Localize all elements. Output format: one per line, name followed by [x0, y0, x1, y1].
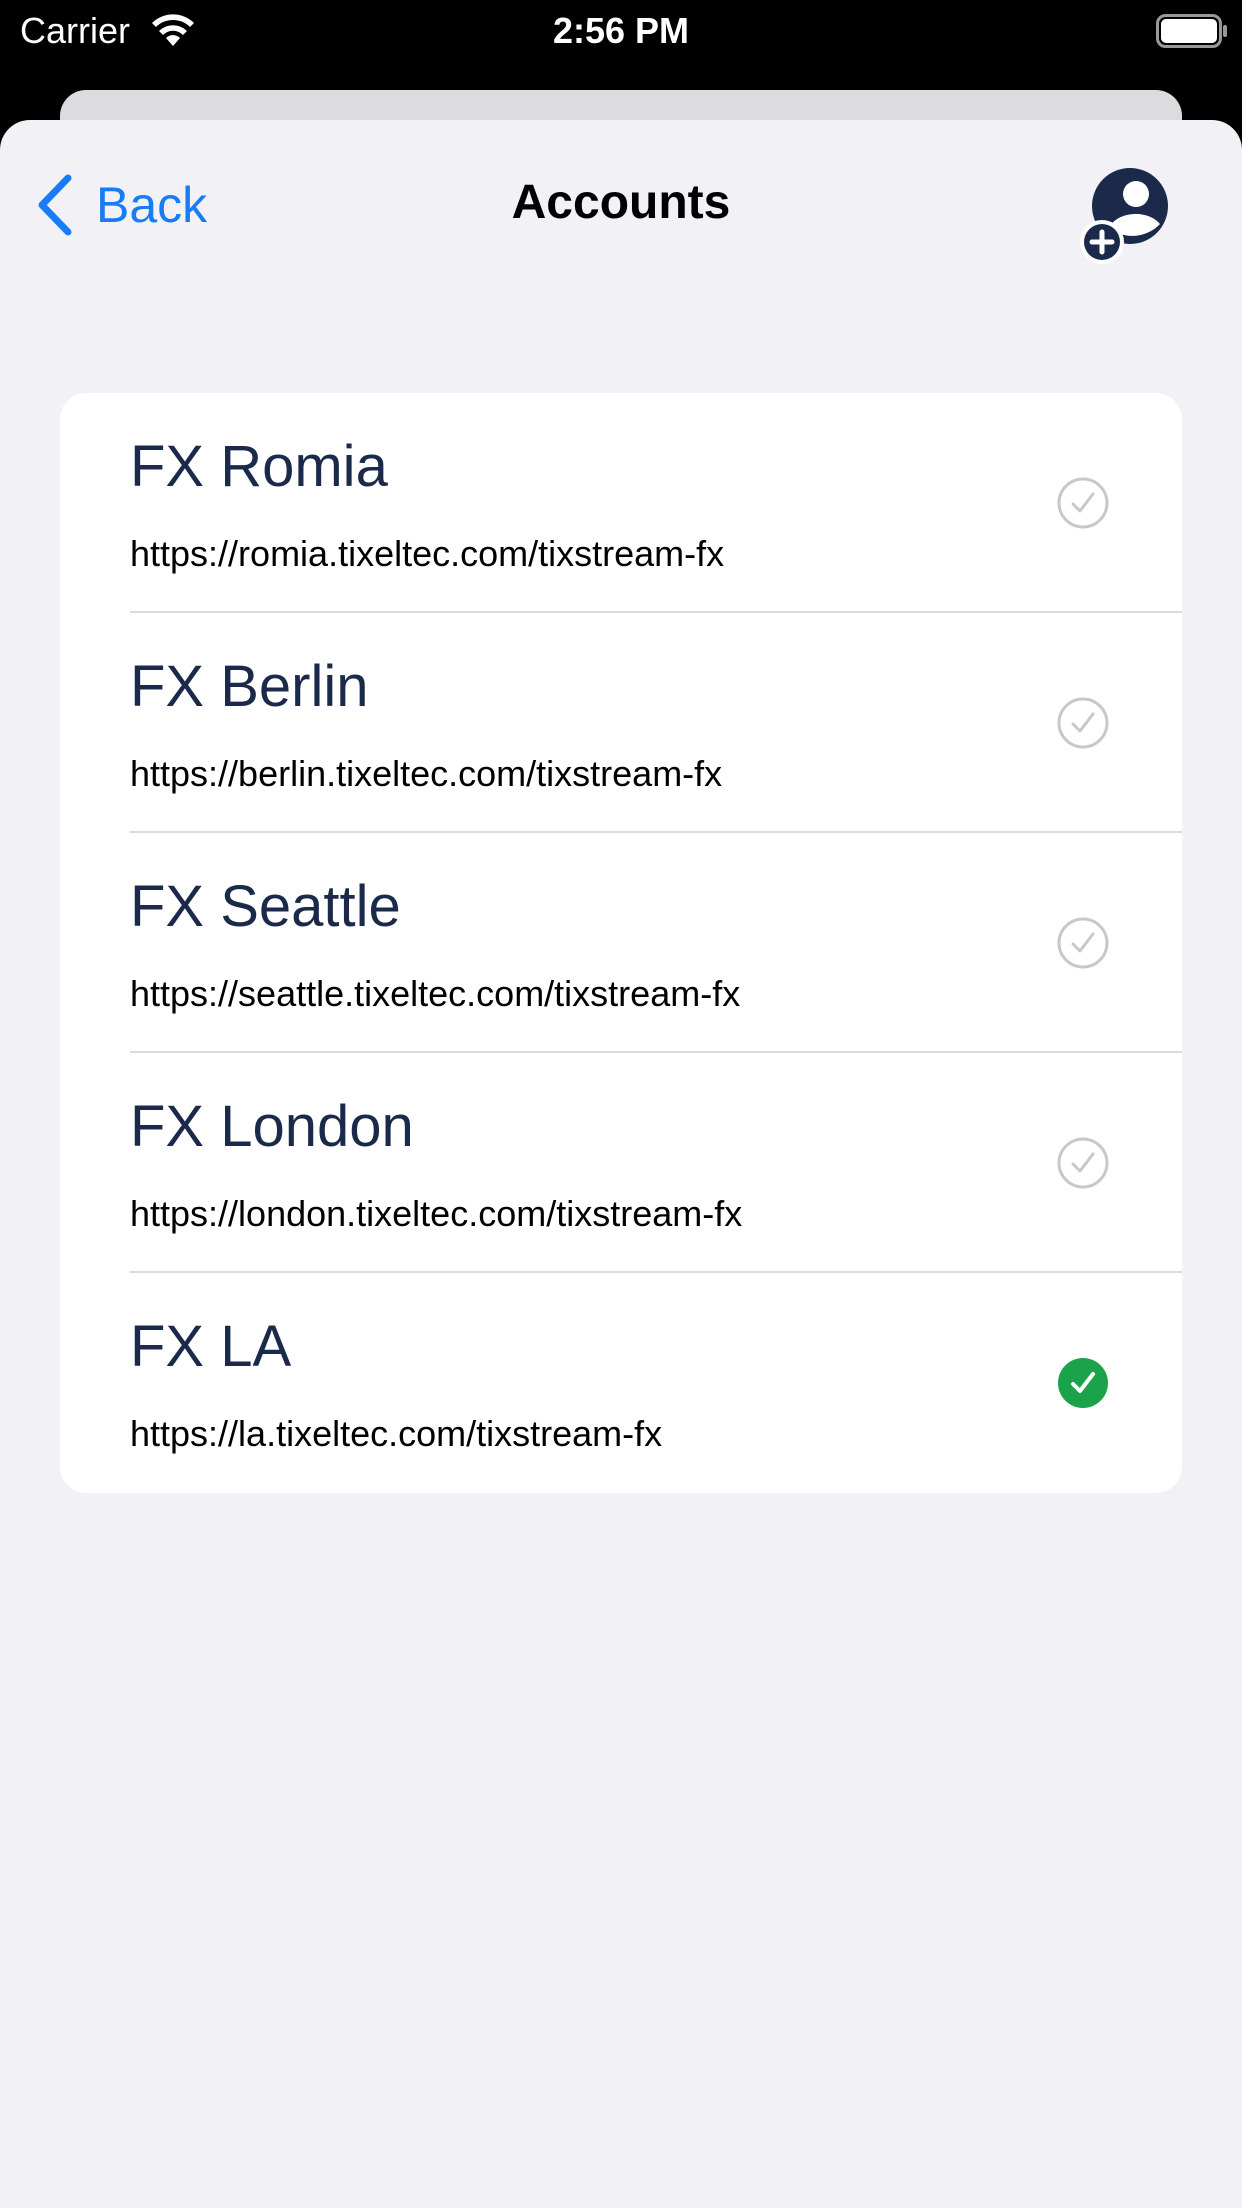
checkmark-circle-icon [1057, 917, 1109, 969]
battery-icon [1156, 14, 1227, 48]
account-url: https://london.tixeltec.com/tixstream-fx [130, 1193, 743, 1234]
account-item[interactable]: FX Romia https://romia.tixeltec.com/tixs… [60, 393, 1182, 613]
status-time: 2:56 PM [552, 10, 690, 51]
checkmark-circle-icon [1057, 1137, 1109, 1189]
account-item-selected[interactable]: FX LA https://la.tixeltec.com/tixstream-… [60, 1273, 1182, 1493]
accounts-list: FX Romia https://romia.tixeltec.com/tixs… [60, 393, 1182, 1493]
account-item[interactable]: FX Berlin https://berlin.tixeltec.com/ti… [60, 613, 1182, 833]
account-name: FX Romia [130, 434, 388, 499]
account-name: FX LA [130, 1314, 292, 1379]
account-url: https://romia.tixeltec.com/tixstream-fx [130, 533, 725, 574]
account-item[interactable]: FX London https://london.tixeltec.com/ti… [60, 1053, 1182, 1273]
account-url: https://la.tixeltec.com/tixstream-fx [130, 1413, 663, 1454]
account-url: https://berlin.tixeltec.com/tixstream-fx [130, 753, 723, 794]
checkmark-circle-icon [1057, 697, 1109, 749]
account-url: https://seattle.tixeltec.com/tixstream-f… [130, 973, 741, 1014]
account-item[interactable]: FX Seattle https://seattle.tixeltec.com/… [60, 833, 1182, 1053]
account-name: FX Berlin [130, 654, 369, 719]
checkmark-circle-filled-icon [1058, 1358, 1108, 1408]
page-title: Accounts [511, 176, 731, 229]
nav-bar: Back Accounts [0, 120, 1242, 290]
status-bar: Carrier 2:56 PM [0, 0, 1242, 64]
add-user-icon[interactable] [1080, 164, 1180, 264]
account-name: FX London [130, 1094, 414, 1159]
checkmark-circle-icon [1057, 477, 1109, 529]
account-name: FX Seattle [130, 874, 401, 939]
